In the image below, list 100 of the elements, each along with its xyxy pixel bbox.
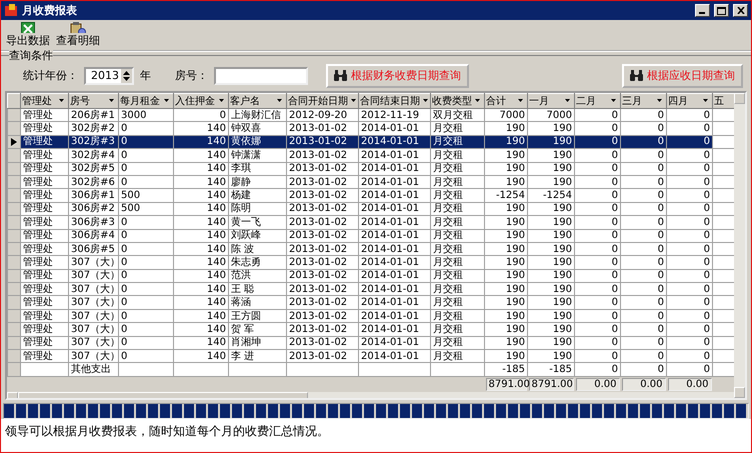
table-row[interactable]: 管理处 206房#1 3000 0 上海财汇信 2012-09-20 2012-11-19 双月交租 7000 7000 0 0 0 — [8, 108, 734, 122]
table-cell: 0 — [620, 309, 666, 323]
table-row[interactable]: 管理处 307（大）0 140 肖湘坤 2013-01-02 2014-01-01 月交租 190 190 0 0 0 — [8, 336, 734, 350]
room-label: 房号： — [175, 68, 208, 83]
column-header[interactable]: 三月 — [620, 94, 666, 108]
table-row[interactable]: 其他支出 -185 -185 0 0 0 — [8, 362, 734, 376]
column-header[interactable]: 四月 — [666, 94, 712, 108]
table-cell: 140 — [174, 175, 228, 189]
table-row[interactable]: 管理处 302房#2 0 140 钟双喜 2013-01-02 2014-01-01 月交租 190 190 0 0 0 — [8, 122, 734, 136]
table-cell: 黄一飞 — [228, 216, 286, 230]
table-cell: 0 — [620, 336, 666, 350]
table-row[interactable]: 管理处 306房#2 500 140 陈明 2013-01-02 2014-01-01 月交租 190 190 0 0 0 — [8, 202, 734, 216]
table-cell: 2013-01-02 — [286, 296, 358, 310]
table-cell: 蒋涵 — [228, 296, 286, 310]
table-row[interactable]: 管理处 306房#5 0 140 陈 波 2013-01-02 2014-01-01 月交租 190 190 0 0 0 — [8, 242, 734, 256]
table-cell: 3000 — [118, 108, 174, 122]
table-cell: 2014-01-01 — [358, 350, 430, 363]
table-cell — [358, 362, 430, 376]
column-header[interactable]: 合同结束日期 — [358, 94, 430, 108]
column-header[interactable]: 房号 — [68, 94, 118, 108]
column-header[interactable]: 一月 — [528, 94, 574, 108]
year-spinner[interactable]: 2013 — [84, 66, 134, 84]
table-cell: 0 — [118, 350, 174, 363]
column-header[interactable]: 收费类型 — [430, 94, 484, 108]
table-cell: 2014-01-01 — [358, 162, 430, 176]
table-row[interactable]: 管理处 302房#3 0 140 黄依娜 2013-01-02 2014-01-01 月交租 190 190 0 0 0 — [8, 135, 734, 149]
table-cell: 0 — [620, 229, 666, 242]
table-row[interactable]: 管理处 306房#4 0 140 刘跃峰 2013-01-02 2014-01-01 月交租 190 190 0 0 0 — [8, 229, 734, 242]
table-row[interactable]: 管理处 307（大）0 140 贺 军 2013-01-02 2014-01-01 月交租 190 190 0 0 0 — [8, 322, 734, 336]
table-row[interactable]: 管理处 307（大）0 140 朱志勇 2013-01-02 2014-01-01 月交租 190 190 0 0 0 — [8, 256, 734, 270]
column-header[interactable]: 合同开始日期 — [286, 94, 358, 108]
table-row[interactable]: 管理处 306房#1 500 140 杨建 2013-01-02 2014-01-01 月交租 -1254 -1254 0 0 0 — [8, 188, 734, 202]
column-header[interactable]: 管理处 — [20, 94, 68, 108]
table-cell: 190 — [484, 229, 528, 242]
table-cell: 0 — [118, 296, 174, 310]
table-row[interactable]: 管理处 307（大）0 140 范洪 2013-01-02 2014-01-01 月交租 190 190 0 0 0 — [8, 269, 734, 283]
table-cell: 140 — [174, 322, 228, 336]
column-header[interactable]: 合计 — [484, 94, 528, 108]
room-field[interactable] — [214, 66, 308, 84]
column-header[interactable]: 客户名 — [228, 94, 286, 108]
table-cell: 0 — [666, 336, 712, 350]
table-cell: 0 — [666, 282, 712, 296]
table-cell: 月交租 — [430, 122, 484, 136]
toolbar-button[interactable]: 导出数据 — [5, 22, 51, 48]
table-cell: 0 — [118, 322, 174, 336]
table-row[interactable]: 管理处 307（大）0 140 王方圆 2013-01-02 2014-01-01 月交租 190 190 0 0 0 — [8, 309, 734, 323]
table-cell: 306房#1 — [68, 188, 118, 202]
table-row[interactable]: 管理处 302房#6 0 140 廖静 2013-01-02 2014-01-01 月交租 190 190 0 0 0 — [8, 175, 734, 189]
table-row[interactable]: 管理处 307（大）0 140 蒋涵 2013-01-02 2014-01-01 月交租 190 190 0 0 0 — [8, 296, 734, 310]
table-cell: 190 — [484, 322, 528, 336]
table-row[interactable]: 管理处 302房#5 0 140 李琪 2013-01-02 2014-01-01 月交租 190 190 0 0 0 — [8, 162, 734, 176]
table-cell: 管理处 — [20, 350, 68, 363]
table-cell: 0 — [620, 188, 666, 202]
table-row[interactable]: 管理处 307（大）0 140 王 聪 2013-01-02 2014-01-01 月交租 190 190 0 0 0 — [8, 282, 734, 296]
table-cell: 月交租 — [430, 188, 484, 202]
table-cell: 月交租 — [430, 202, 484, 216]
table-cell: 307（大） — [68, 282, 118, 296]
table-cell: 月交租 — [430, 175, 484, 189]
table-cell: -185 — [484, 362, 528, 376]
clipboard-icon — [70, 22, 86, 33]
column-header[interactable]: 二月 — [574, 94, 620, 108]
table-cell: 0 — [666, 362, 712, 376]
table-cell: 307（大） — [68, 269, 118, 283]
table-cell: 2013-01-02 — [286, 175, 358, 189]
table-cell: 月交租 — [430, 269, 484, 283]
table-cell: 307（大） — [68, 336, 118, 350]
table-cell: 管理处 — [20, 135, 68, 149]
table-cell: 306房#4 — [68, 229, 118, 242]
table-cell: 0 — [574, 122, 620, 136]
table-cell: 140 — [174, 202, 228, 216]
vertical-scrollbar[interactable] — [734, 93, 745, 398]
table-cell: 管理处 — [20, 336, 68, 350]
table-cell: 管理处 — [20, 202, 68, 216]
table-cell: 月交租 — [430, 282, 484, 296]
table-cell: 月交租 — [430, 256, 484, 270]
table-cell: 0 — [666, 309, 712, 323]
column-header[interactable]: 每月租金 — [118, 94, 174, 108]
toolbar-button[interactable]: 查看明细 — [55, 22, 101, 48]
table-cell: 2014-01-01 — [358, 202, 430, 216]
table-row[interactable]: 管理处 307（大）0 140 李 进 2013-01-02 2014-01-01 月交租 190 190 0 0 0 — [8, 350, 734, 363]
table-cell: 管理处 — [20, 148, 68, 162]
table-row[interactable]: 管理处 302房#4 0 140 钟潇潇 2013-01-02 2014-01-01 月交租 190 190 0 0 0 — [8, 148, 734, 162]
close-button[interactable] — [733, 4, 748, 17]
table-cell: 0 — [574, 108, 620, 122]
table-cell: 月交租 — [430, 162, 484, 176]
table-cell: 0 — [666, 350, 712, 363]
column-header[interactable]: 五 — [712, 94, 734, 108]
table-cell: 0 — [574, 175, 620, 189]
column-header[interactable]: 入住押金 — [174, 94, 228, 108]
table-cell: 0 — [620, 350, 666, 363]
table-cell: 朱志勇 — [228, 256, 286, 270]
table-row[interactable]: 管理处 306房#3 0 140 黄一飞 2013-01-02 2014-01-01 月交租 190 190 0 0 0 — [8, 216, 734, 230]
table-cell: 306房#3 — [68, 216, 118, 230]
table-cell: 190 — [528, 269, 574, 283]
maximize-button[interactable] — [714, 4, 729, 17]
table-cell: 302房#2 — [68, 122, 118, 136]
table-cell: 0 — [574, 282, 620, 296]
minimize-button[interactable] — [695, 4, 710, 17]
table-cell: 2014-01-01 — [358, 216, 430, 230]
table-cell: 杨建 — [228, 188, 286, 202]
